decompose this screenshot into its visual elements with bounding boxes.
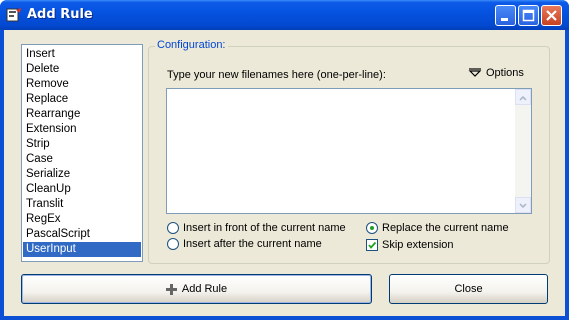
rule-list-item[interactable]: RegEx <box>23 212 141 227</box>
close-window-button[interactable] <box>541 5 562 26</box>
window-title: Add Rule <box>27 7 93 22</box>
rules-list: Insert Delete Remove Replace Rearrange Extens… <box>22 45 142 257</box>
insert-after-radio[interactable] <box>167 238 179 250</box>
skip-extension-checkbox[interactable] <box>366 239 378 251</box>
rule-list-item[interactable]: Rearrange <box>23 107 141 122</box>
add-rule-label: Add Rule <box>181 283 228 295</box>
rule-list-item[interactable]: Strip <box>23 137 141 152</box>
insert-after-label: Insert after the current name <box>183 238 322 250</box>
rule-list-item[interactable]: Extension <box>23 122 141 137</box>
rule-list-item[interactable]: Replace <box>23 92 141 107</box>
filenames-textarea[interactable] <box>166 88 532 214</box>
app-icon <box>6 8 21 22</box>
rule-list-item[interactable]: Case <box>23 152 141 167</box>
scroll-down-icon <box>519 203 527 209</box>
title-bar[interactable]: Add Rule <box>0 0 569 30</box>
replace-option[interactable]: Replace the current name <box>366 222 509 234</box>
scroll-down-button[interactable] <box>515 197 531 213</box>
skip-extension-option[interactable]: Skip extension <box>366 239 454 251</box>
skip-extension-label: Skip extension <box>382 239 454 251</box>
checkmark-icon <box>368 241 377 249</box>
rule-list-item[interactable]: Remove <box>23 77 141 92</box>
configuration-legend: Configuration: <box>155 39 228 51</box>
scroll-up-icon <box>519 95 527 101</box>
rules-listbox[interactable]: Insert Delete Remove Replace Rearrange Extens… <box>21 44 143 262</box>
rule-list-item[interactable]: UserInput <box>23 242 141 257</box>
add-rule-button[interactable]: Add Rule <box>21 274 372 304</box>
close-label: Close <box>454 283 483 295</box>
dialog-client-area: Insert Delete Remove Replace Rearrange Extens… <box>4 30 565 316</box>
options-label: Options <box>486 67 524 79</box>
maximize-button[interactable] <box>518 5 539 26</box>
insert-front-label: Insert in front of the current name <box>183 222 346 234</box>
filenames-scrollbar[interactable] <box>515 89 531 213</box>
insert-after-option[interactable]: Insert after the current name <box>167 238 322 250</box>
close-icon <box>546 10 557 21</box>
rule-list-item[interactable]: Delete <box>23 62 141 77</box>
insert-front-option[interactable]: Insert in front of the current name <box>167 222 346 234</box>
minimize-button[interactable] <box>495 5 516 26</box>
rule-list-item[interactable]: PascalScript <box>23 227 141 242</box>
options-button[interactable]: Options <box>468 67 524 79</box>
rule-list-item[interactable]: Insert <box>23 47 141 62</box>
rule-list-item[interactable]: Serialize <box>23 167 141 182</box>
scroll-up-button[interactable] <box>515 89 531 105</box>
replace-label: Replace the current name <box>382 222 509 234</box>
close-button[interactable]: Close <box>389 274 548 304</box>
maximize-icon <box>522 9 535 22</box>
plus-icon <box>165 283 177 295</box>
rule-list-item[interactable]: CleanUp <box>23 182 141 197</box>
replace-radio[interactable] <box>366 222 378 234</box>
minimize-icon <box>501 18 508 21</box>
rule-list-item[interactable]: Translit <box>23 197 141 212</box>
filenames-hint: Type your new filenames here (one-per-li… <box>167 69 386 81</box>
add-rule-window: Add Rule Insert Delete Remove Replace Rearra… <box>0 0 569 320</box>
insert-front-radio[interactable] <box>167 222 179 234</box>
options-chevron-icon <box>468 68 482 77</box>
